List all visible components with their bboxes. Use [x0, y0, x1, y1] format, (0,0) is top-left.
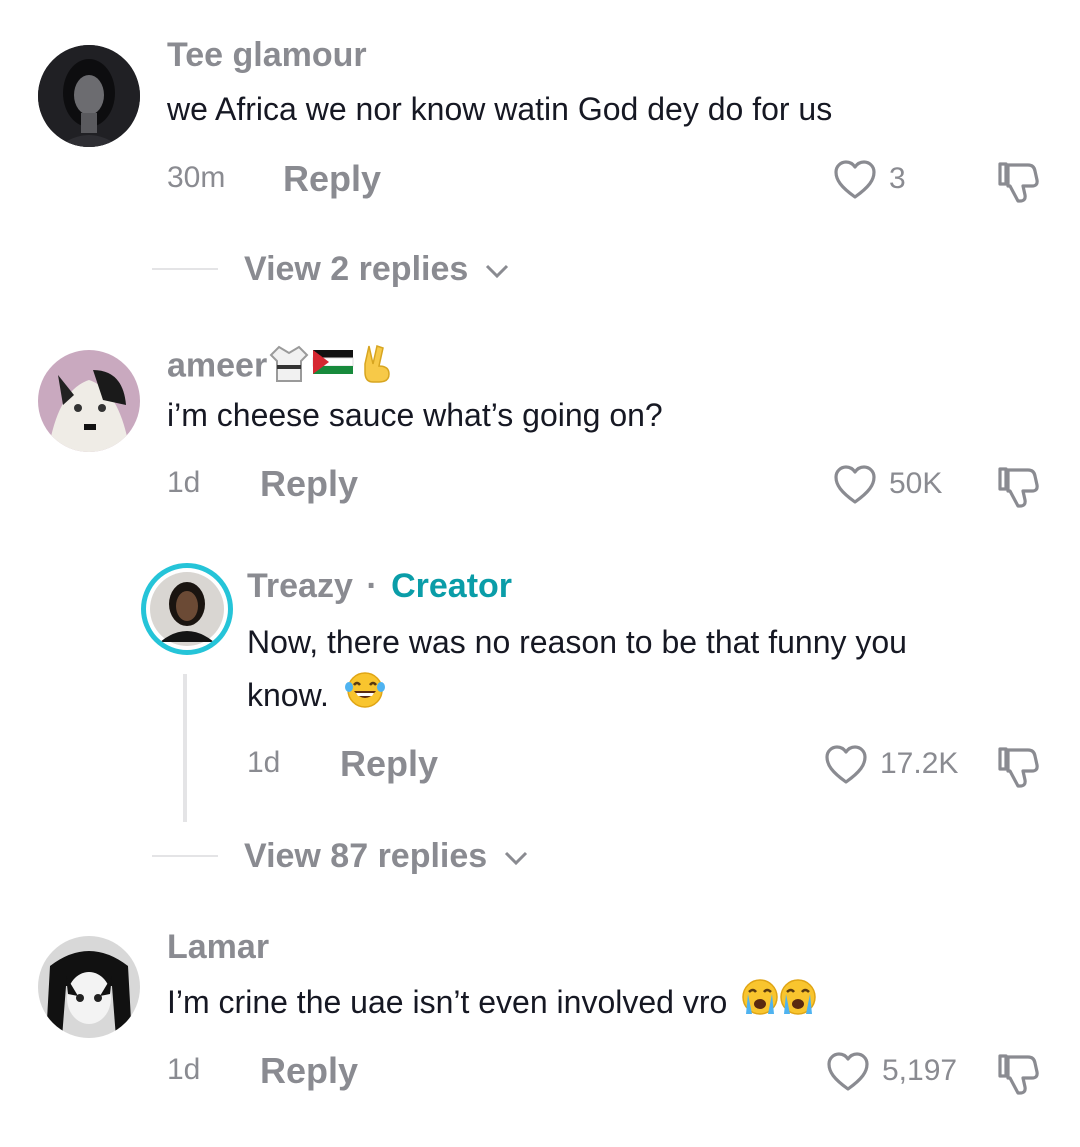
view-replies-label: View 87 replies [244, 837, 488, 875]
name-separator: · [366, 567, 378, 605]
comment-text: I’m crine the uae isn’t even involved vr… [167, 976, 818, 1033]
heart-icon[interactable] [833, 464, 877, 506]
view-replies-label: View 2 replies [244, 250, 469, 288]
flag-emoji [311, 348, 355, 387]
reply-text-line1: Now, there was no reason to be that funn… [247, 624, 907, 660]
reply-username[interactable]: Treazy · Creator [247, 567, 512, 606]
gi-emoji [267, 343, 311, 392]
chevron-down-icon [485, 264, 508, 279]
reply-thread-line [183, 674, 187, 822]
comment-timestamp: 1d [167, 466, 201, 499]
comment-text: we Africa we nor know watin God dey do f… [167, 91, 833, 127]
comment-timestamp: 30m [167, 161, 226, 194]
heart-icon[interactable] [833, 159, 877, 201]
view-replies-button[interactable]: View 2 replies [244, 250, 510, 289]
reply-username-label: Treazy [247, 567, 353, 605]
reply-timestamp: 1d [247, 746, 281, 779]
dislike-icon[interactable] [994, 1050, 1042, 1098]
crying-emoji [740, 976, 818, 1033]
chevron-down-icon [504, 851, 527, 866]
comment-timestamp: 1d [167, 1053, 201, 1086]
comment-text-label: I’m crine the uae isn’t even involved vr… [167, 984, 728, 1021]
username-label: ameer [167, 346, 268, 385]
reply-button[interactable]: Reply [283, 158, 381, 200]
avatar[interactable] [38, 45, 140, 147]
peace-hand-emoji [359, 342, 395, 393]
like-count: 3 [889, 162, 906, 195]
reply-text-line2: know. [247, 670, 386, 724]
heart-icon[interactable] [826, 1051, 870, 1093]
comment-text: i’m cheese sauce what’s going on? [167, 397, 663, 433]
comment-username[interactable]: ameer [167, 342, 395, 393]
divider [152, 268, 218, 270]
laughing-emoji [344, 671, 386, 724]
dislike-icon[interactable] [994, 158, 1042, 206]
divider [152, 855, 218, 857]
like-count: 50K [889, 467, 943, 500]
heart-icon[interactable] [824, 744, 868, 786]
comment-username[interactable]: Tee glamour [167, 36, 367, 75]
dislike-icon[interactable] [994, 463, 1042, 511]
reply-button[interactable]: Reply [260, 463, 358, 505]
creator-avatar[interactable] [141, 563, 233, 655]
avatar[interactable] [38, 936, 140, 1038]
view-replies-button[interactable]: View 87 replies [244, 837, 529, 876]
reply-button[interactable]: Reply [260, 1050, 358, 1092]
like-count: 5,197 [882, 1054, 958, 1087]
dislike-icon[interactable] [994, 743, 1042, 791]
reply-button[interactable]: Reply [340, 743, 438, 785]
comment-username[interactable]: Lamar [167, 928, 269, 967]
creator-badge: Creator [391, 567, 513, 605]
like-count: 17.2K [880, 747, 959, 780]
avatar[interactable] [38, 350, 140, 452]
reply-text-line2-label: know. [247, 677, 329, 713]
